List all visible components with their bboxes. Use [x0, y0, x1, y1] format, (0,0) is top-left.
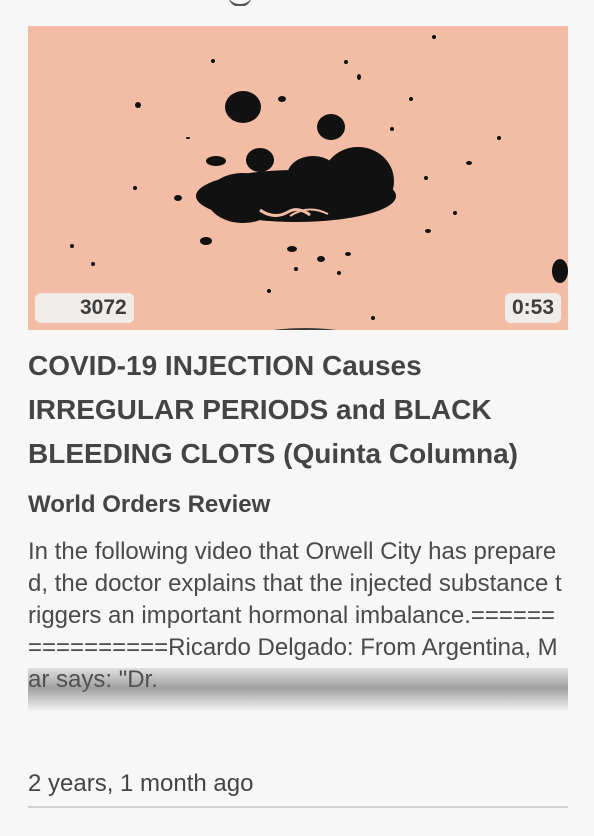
previous-item-cutoff: [0, 0, 594, 6]
video-card[interactable]: 3072 0:53 COVID-19 INJECTION Causes IRRE…: [28, 26, 568, 712]
channel-name[interactable]: World Orders Review: [28, 490, 568, 520]
views-badge: 3072: [35, 293, 336, 330]
duration-badge: 0:53: [504, 293, 561, 323]
ink-splatter-image: [70, 35, 568, 320]
page: 3072 0:53 COVID-19 INJECTION Causes IRRE…: [0, 0, 594, 836]
divider: [28, 806, 568, 808]
video-description: In the following video that Orwell City …: [28, 538, 562, 693]
video-title[interactable]: COVID-19 INJECTION Causes IRREGULAR PERI…: [28, 344, 568, 476]
post-timestamp: 2 years, 1 month ago: [28, 770, 254, 797]
previous-text-fragment: [228, 0, 252, 6]
video-thumbnail[interactable]: 3072 0:53: [28, 26, 568, 330]
eye-icon: [42, 298, 336, 330]
description-container: In the following video that Orwell City …: [28, 536, 568, 712]
